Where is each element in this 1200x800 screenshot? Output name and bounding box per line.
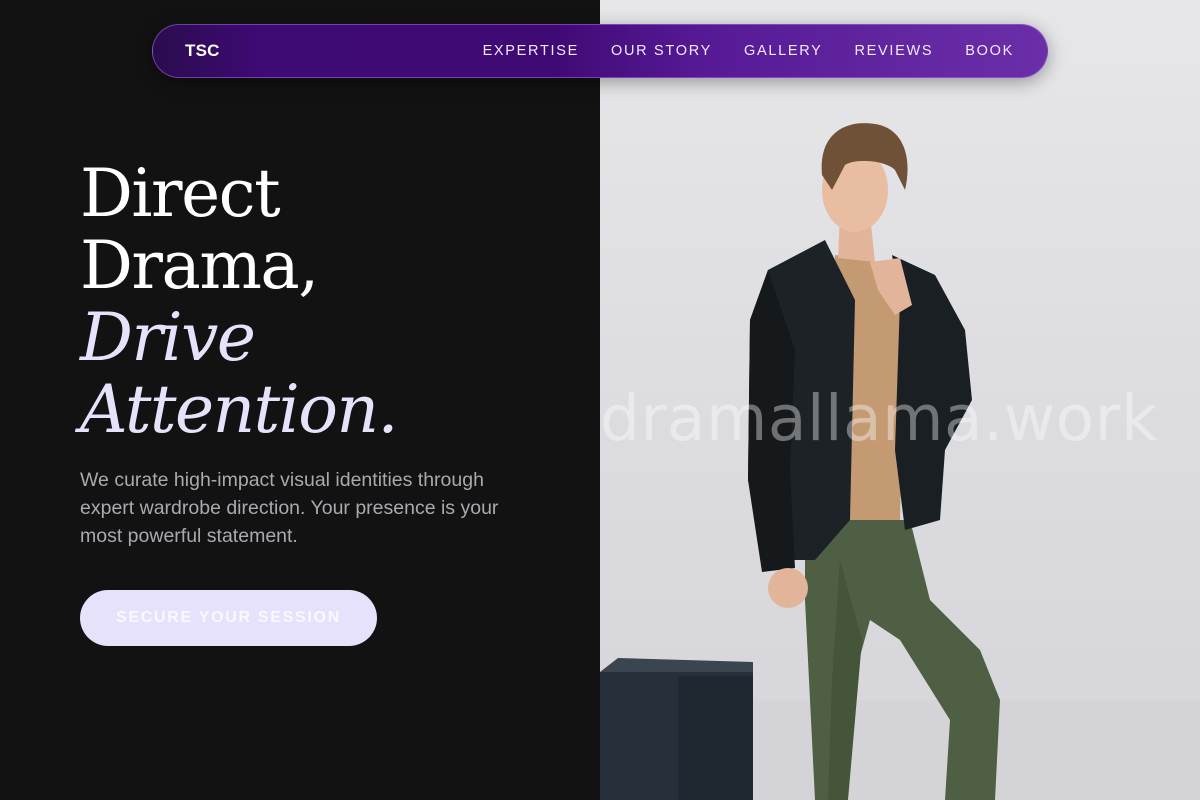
brand-logo[interactable]: TSC: [185, 25, 220, 77]
watermark-text: dramallama.work: [600, 382, 1159, 455]
headline-line-1: Direct: [80, 155, 281, 232]
hero-photo: dramallama.work: [600, 0, 1200, 800]
nav-link-expertise[interactable]: EXPERTISE: [483, 43, 579, 59]
nav-link-reviews[interactable]: REVIEWS: [855, 43, 934, 59]
headline-line-3: Drive: [80, 299, 256, 376]
top-navigation-bar: TSC EXPERTISE OUR STORY GALLERY REVIEWS …: [152, 24, 1048, 78]
headline-line-4: Attention.: [80, 371, 398, 448]
secure-session-button[interactable]: SECURE YOUR SESSION: [80, 590, 377, 646]
hero-subcopy: We curate high-impact visual identities …: [80, 469, 499, 547]
hero-headline: Direct Drama, Drive Attention.: [80, 155, 398, 448]
nav-link-gallery[interactable]: GALLERY: [744, 43, 823, 59]
nav-link-book[interactable]: BOOK: [965, 43, 1014, 59]
nav-link-our-story[interactable]: OUR STORY: [611, 43, 712, 59]
headline-line-2: Drama,: [80, 227, 319, 304]
nav-links: EXPERTISE OUR STORY GALLERY REVIEWS BOOK: [483, 25, 1014, 77]
